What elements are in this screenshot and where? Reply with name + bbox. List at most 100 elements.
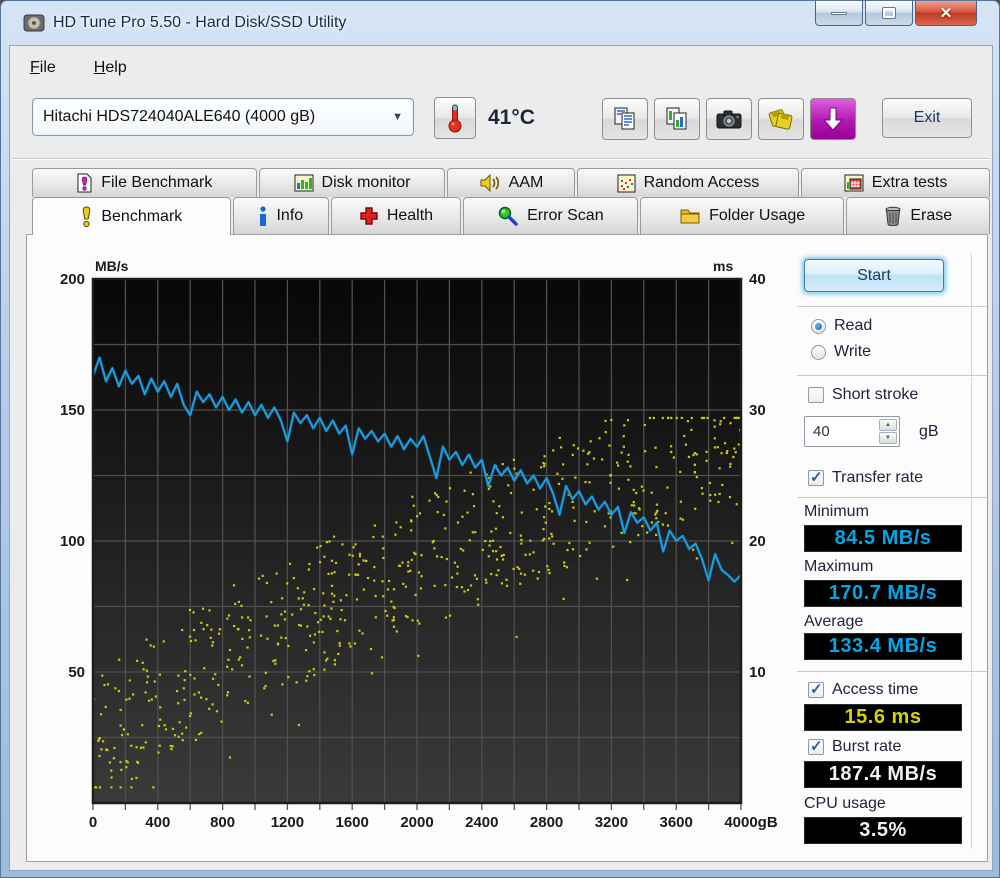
short-stroke-unit: gB: [919, 423, 939, 440]
burst-rate-value-display: 187.4 MB/s: [804, 761, 962, 788]
short-stroke-value: 40: [813, 423, 830, 440]
tab-disk-monitor[interactable]: Disk monitor: [258, 168, 446, 197]
svg-text:150: 150: [60, 402, 85, 419]
thermometer-icon: [448, 104, 462, 133]
short-stroke-checkbox[interactable]: Short stroke: [808, 386, 918, 404]
checkbox-icon: [808, 387, 824, 403]
exit-button[interactable]: Exit: [882, 98, 972, 138]
transfer-rate-checkbox[interactable]: Transfer rate: [808, 468, 923, 487]
access-time-checkbox[interactable]: Access time: [808, 680, 918, 699]
tab-label: Health: [386, 207, 434, 224]
app-window: HD Tune Pro 5.50 - Hard Disk/SSD Utility…: [0, 0, 1000, 878]
tab-erase[interactable]: Erase: [846, 197, 990, 234]
download-arrow-icon: [822, 107, 844, 131]
benchmark-panel: MB/s ms 200 150 100 50 40 30 20 10 0 400 800 1200 1600…: [26, 234, 988, 862]
tab-extra-tests[interactable]: Extra tests: [801, 168, 990, 197]
exit-label: Exit: [913, 109, 941, 126]
minimum-label: Minimum: [804, 503, 869, 520]
svg-text:1600: 1600: [336, 814, 369, 831]
tab-benchmark[interactable]: Benchmark: [32, 197, 231, 235]
svg-text:1200: 1200: [271, 814, 304, 831]
maximize-button[interactable]: [865, 1, 913, 26]
svg-text:2000: 2000: [400, 814, 433, 831]
tab-label: AAM: [508, 174, 544, 191]
average-label: Average: [804, 613, 864, 630]
cpu-usage-value: 3.5%: [859, 819, 907, 841]
tab-health[interactable]: Health: [331, 197, 461, 234]
access-time-value-display: 15.6 ms: [804, 704, 962, 731]
spin-down-icon[interactable]: ▼: [879, 432, 897, 444]
camera-icon: [716, 110, 742, 129]
cpu-usage-value-display: 3.5%: [804, 817, 962, 844]
drive-selector[interactable]: Hitachi HDS724040ALE640 (4000 gB) ▼: [32, 98, 414, 136]
spin-up-icon[interactable]: ▲: [879, 419, 897, 431]
maximum-label: Maximum: [804, 558, 874, 575]
disk-monitor-icon: [294, 174, 314, 192]
tab-label: Error Scan: [527, 207, 604, 224]
burst-rate-value: 187.4 MB/s: [828, 763, 938, 785]
tab-label: Random Access: [643, 174, 760, 191]
temperature-value: 41°C: [488, 106, 535, 129]
svg-text:2400: 2400: [465, 814, 498, 831]
tab-error-scan[interactable]: Error Scan: [462, 197, 638, 234]
file-benchmark-icon: [77, 173, 92, 193]
cpu-usage-label: CPU usage: [804, 795, 886, 812]
tab-folder-usage[interactable]: Folder Usage: [639, 197, 845, 234]
tab-aam[interactable]: AAM: [447, 168, 575, 197]
copy-image-button[interactable]: [654, 98, 700, 140]
folder-icon: [680, 209, 700, 224]
svg-text:200: 200: [60, 271, 85, 288]
maximize-icon: [882, 7, 896, 19]
save-button[interactable]: [810, 98, 856, 140]
close-icon: ✕: [939, 5, 953, 22]
saved-results-button[interactable]: [758, 98, 804, 140]
svg-text:2800: 2800: [530, 814, 563, 831]
screenshot-button[interactable]: [706, 98, 752, 140]
start-button[interactable]: Start: [804, 259, 944, 292]
panel-divider: [971, 253, 973, 849]
menu-bar: File Help: [20, 56, 137, 80]
svg-text:30: 30: [749, 402, 766, 419]
checkbox-icon: [808, 680, 824, 698]
menu-file[interactable]: File: [20, 56, 66, 80]
checkbox-icon: [808, 737, 824, 755]
minimize-button[interactable]: [815, 1, 863, 26]
checkbox-icon: [808, 468, 824, 486]
minimum-value-display: 84.5 MB/s: [804, 525, 962, 552]
menu-help[interactable]: Help: [84, 56, 137, 80]
temperature-button[interactable]: [434, 97, 476, 139]
speaker-icon: [480, 174, 499, 192]
tab-info[interactable]: Info: [232, 197, 330, 234]
close-button[interactable]: ✕: [915, 1, 977, 26]
benchmark-icon: [83, 205, 91, 227]
tab-random-access[interactable]: Random Access: [576, 168, 800, 197]
tab-label: File Benchmark: [101, 174, 213, 191]
svg-text:400: 400: [145, 814, 170, 831]
separator: [797, 375, 987, 377]
burst-rate-checkbox[interactable]: Burst rate: [808, 737, 901, 756]
copy-text-icon: [614, 107, 635, 130]
svg-text:3600: 3600: [660, 814, 693, 831]
copy-image-icon: [666, 107, 687, 130]
svg-text:3200: 3200: [595, 814, 628, 831]
access-time-value: 15.6 ms: [844, 706, 922, 728]
tab-label: Erase: [910, 207, 953, 224]
read-radio[interactable]: Read: [811, 317, 872, 335]
copy-text-button[interactable]: [602, 98, 648, 140]
tab-label: Benchmark: [101, 207, 183, 225]
svg-text:50: 50: [68, 664, 85, 681]
short-stroke-size-input[interactable]: 40 ▲ ▼: [804, 416, 900, 447]
separator: [797, 671, 987, 673]
tab-file-benchmark[interactable]: File Benchmark: [32, 168, 257, 197]
window-title: HD Tune Pro 5.50 - Hard Disk/SSD Utility: [53, 14, 347, 31]
extra-tests-icon: [844, 174, 864, 192]
tab-row-primary: Benchmark Info Health Error Scan Folder …: [32, 197, 992, 235]
title-bar[interactable]: HD Tune Pro 5.50 - Hard Disk/SSD Utility…: [1, 1, 999, 45]
toolbar-separator: [12, 158, 990, 160]
radio-icon: [811, 344, 826, 360]
svg-text:0: 0: [89, 814, 97, 831]
transfer-rate-label: Transfer rate: [832, 469, 923, 486]
svg-text:20: 20: [749, 533, 766, 550]
write-radio[interactable]: Write: [811, 343, 871, 361]
write-label: Write: [834, 343, 872, 360]
